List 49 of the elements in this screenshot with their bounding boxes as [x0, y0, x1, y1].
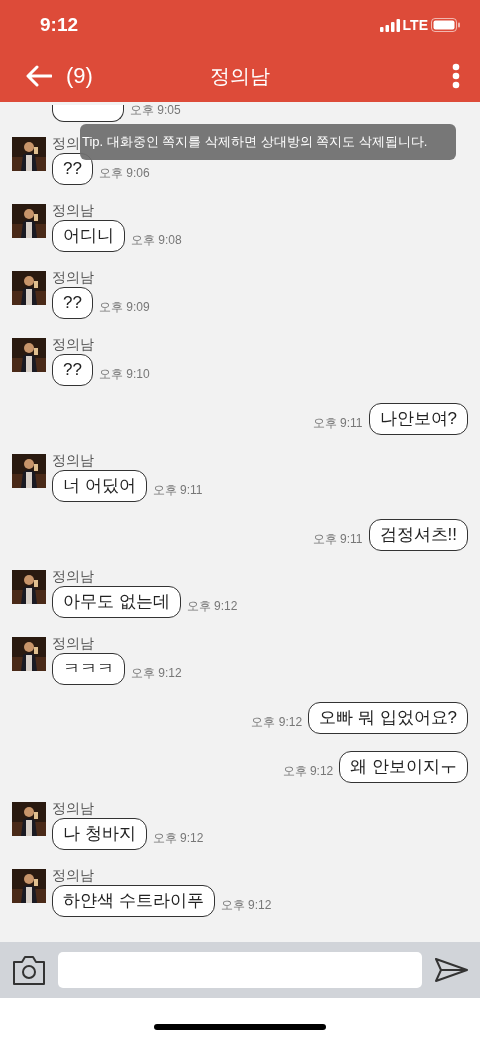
unread-count: (9)	[66, 63, 93, 89]
sender-name: 정의남	[52, 269, 94, 285]
message-bubble: 하얀색 수트라이푸	[52, 885, 215, 917]
message-time: 오후 9:12	[220, 897, 272, 914]
chat-title: 정의남	[210, 63, 270, 89]
message-bubble: ??	[52, 354, 93, 386]
message-time: 오후 9:12	[152, 830, 204, 847]
message-input[interactable]	[58, 952, 422, 988]
message-bubble: 어디니	[52, 220, 125, 252]
sender-name: 정의남	[52, 202, 94, 218]
sender-name: 정의남	[52, 635, 94, 651]
message-bubble: 나안보여?	[368, 403, 468, 435]
message-time: 오후 9:11	[312, 531, 363, 548]
message-bubble: ㅋㅋㅋ	[52, 653, 125, 685]
sender-name: 정의남	[52, 568, 94, 584]
message-bubble: 검정셔츠!!	[368, 519, 468, 551]
message-time: 오후 9:12	[186, 598, 238, 615]
battery-icon	[431, 18, 460, 32]
sender-name: 정의남	[52, 867, 94, 883]
camera-icon[interactable]	[12, 954, 46, 986]
message-time: 오후 9:06	[98, 165, 150, 182]
network-label: LTE	[402, 17, 428, 33]
message-time: 오후 9:12	[131, 665, 182, 682]
message-bubble: 아무도 없는데	[52, 586, 181, 618]
message-time: 오후 9:11	[312, 415, 363, 432]
tip-banner: Tip. 대화중인 쪽지를 삭제하면 상대방의 쪽지도 삭제됩니다.	[80, 124, 456, 160]
signal-icon	[379, 18, 400, 32]
sender-name: 정의남	[52, 452, 94, 468]
message-time: 오후 9:09	[98, 299, 150, 316]
message-bubble: 오빠 뭐 입었어요?	[308, 702, 468, 734]
status-time: 9:12	[40, 14, 79, 36]
message-bubble: 왜 안보이지ㅜ	[339, 751, 468, 783]
message-time: 오후 9:10	[98, 366, 150, 383]
message-bubble: 나 청바지	[52, 818, 147, 850]
message-time: 오후 9:08	[131, 232, 182, 249]
message-bubble: 너 어딨어	[52, 470, 147, 502]
sender-name: 정의	[52, 135, 80, 151]
send-icon[interactable]	[434, 957, 468, 983]
sender-name: 정의남	[52, 336, 94, 352]
message-time: 오후 9:12	[282, 763, 334, 780]
more-icon[interactable]	[452, 63, 460, 89]
message-time: 오후 9:05	[130, 102, 181, 119]
message-bubble	[52, 105, 124, 122]
message-time: 오후 9:12	[251, 714, 303, 731]
sender-name: 정의남	[52, 800, 94, 816]
back-arrow-icon[interactable]	[26, 65, 52, 87]
message-time: 오후 9:11	[152, 482, 203, 499]
message-bubble: ??	[52, 153, 93, 185]
message-bubble: ??	[52, 287, 93, 319]
